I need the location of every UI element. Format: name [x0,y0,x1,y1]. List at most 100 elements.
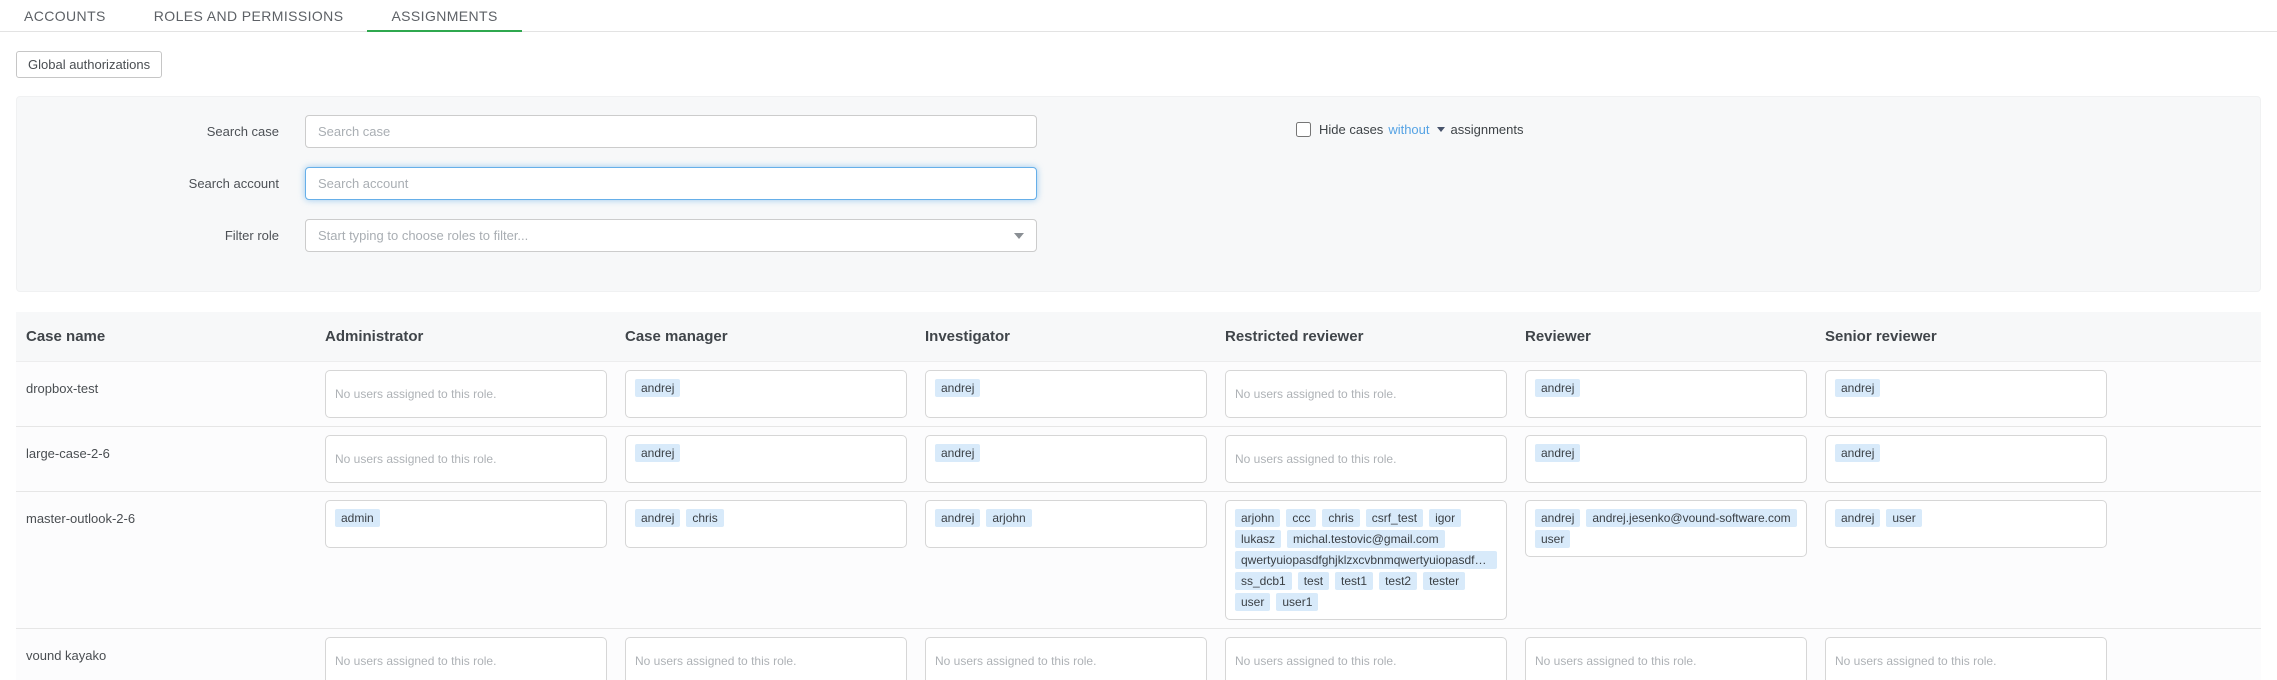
role-assignment-box[interactable]: No users assigned to this role. [325,370,607,418]
hide-cases-text-suffix: assignments [1451,122,1524,137]
role-assignment-box[interactable]: andrej arjohn [925,500,1207,548]
user-chip[interactable]: andrej [1535,444,1580,462]
user-chip[interactable]: tester [1423,572,1465,590]
search-account-input[interactable] [305,167,1037,200]
user-chip[interactable]: user [1235,593,1270,611]
search-account-label: Search account [17,176,279,191]
user-chip[interactable]: andrej [1835,444,1880,462]
table-row: master-outlook-2-6adminandrejchrisandrej… [16,492,2261,629]
user-chip[interactable]: admin [335,509,380,527]
no-users-placeholder: No users assigned to this role. [1535,654,1696,668]
table-row: large-case-2-6 No users assigned to this … [16,427,2261,492]
role-assignment-box[interactable]: andrej user [1825,500,2107,548]
user-chip[interactable]: andrej [635,444,680,462]
user-chip[interactable]: test1 [1335,572,1373,590]
no-users-placeholder: No users assigned to this role. [935,654,1096,668]
column-header-investigator: Investigator [925,328,1225,345]
role-assignment-box[interactable]: andrej [1825,370,2107,418]
user-chip[interactable]: user [1886,509,1921,527]
case-name: dropbox-test [26,370,325,396]
user-chip[interactable]: andrej [935,509,980,527]
no-users-placeholder: No users assigned to this role. [335,452,496,466]
user-chip[interactable]: andrej.jesenko@vound-software.com [1586,509,1796,527]
user-chip[interactable]: user1 [1276,593,1318,611]
role-assignment-box[interactable]: No users assigned to this role. [325,637,607,680]
filter-role-label: Filter role [17,228,279,243]
user-chip[interactable]: andrej [635,509,680,527]
user-chip[interactable]: ss_dcb1 [1235,572,1292,590]
role-assignment-box[interactable]: No users assigned to this role. [325,435,607,483]
table-row: vound kayako No users assigned to this ro… [16,629,2261,680]
user-chip[interactable]: csrf_test [1366,509,1423,527]
filter-role-combobox[interactable] [305,219,1037,252]
search-case-label: Search case [17,124,279,139]
no-users-placeholder: No users assigned to this role. [1235,452,1396,466]
user-chip[interactable]: test [1298,572,1329,590]
chevron-down-icon[interactable] [1437,127,1445,132]
role-assignment-box[interactable]: andrej [625,435,907,483]
role-assignment-box[interactable]: andrej [925,435,1207,483]
role-assignment-box[interactable]: No users assigned to this role. [925,637,1207,680]
user-chip[interactable]: andrej [635,379,680,397]
global-authorizations-button[interactable]: Global authorizations [16,51,162,78]
tab-bar: ACCOUNTSROLES AND PERMISSIONSASSIGNMENTS [0,0,2277,32]
column-header-administrator: Administrator [325,328,625,345]
user-chip[interactable]: arjohn [986,509,1031,527]
column-header-senior-reviewer: Senior reviewer [1825,328,2125,345]
user-chip[interactable]: user [1535,530,1570,548]
tab-roles-and-permissions[interactable]: ROLES AND PERMISSIONS [130,0,368,31]
role-assignment-box[interactable]: andrej andrej.jesenko@vound-software.com u… [1525,500,1807,557]
role-assignment-box[interactable]: No users assigned to this role. [625,637,907,680]
user-chip[interactable]: test2 [1379,572,1417,590]
column-header-reviewer: Reviewer [1525,328,1825,345]
case-name: master-outlook-2-6 [26,500,325,526]
user-chip[interactable]: chris [1322,509,1359,527]
user-chip[interactable]: andrej [1835,509,1880,527]
search-case-input[interactable] [305,115,1037,148]
no-users-placeholder: No users assigned to this role. [1235,654,1396,668]
role-assignment-box[interactable]: andrej [1525,435,1807,483]
role-assignment-box[interactable]: No users assigned to this role. [1525,637,1807,680]
column-header-restricted-reviewer: Restricted reviewer [1225,328,1525,345]
user-chip[interactable]: ccc [1286,509,1316,527]
hide-cases-checkbox[interactable] [1296,122,1311,137]
user-chip[interactable]: igor [1429,509,1461,527]
role-assignment-box[interactable]: No users assigned to this role. [1225,435,1507,483]
user-chip[interactable]: arjohn [1235,509,1280,527]
no-users-placeholder: No users assigned to this role. [635,654,796,668]
role-assignment-box[interactable]: arjohn ccc chris csrf_test igor lukasz michal.… [1225,500,1507,620]
tab-accounts[interactable]: ACCOUNTS [0,0,130,31]
no-users-placeholder: No users assigned to this role. [335,387,496,401]
hide-cases-without-link[interactable]: without [1388,122,1429,137]
role-assignment-box[interactable]: No users assigned to this role. [1225,370,1507,418]
user-chip[interactable]: michal.testovic@gmail.com [1287,530,1445,548]
user-chip[interactable]: andrej [935,379,980,397]
role-assignment-box[interactable]: No users assigned to this role. [1825,637,2107,680]
column-header-case-manager: Case manager [625,328,925,345]
user-chip[interactable]: andrej [1835,379,1880,397]
no-users-placeholder: No users assigned to this role. [1235,387,1396,401]
case-name: large-case-2-6 [26,435,325,461]
user-chip[interactable]: lukasz [1235,530,1281,548]
role-assignment-box[interactable]: andrej chris [625,500,907,548]
table-row: dropbox-test No users assigned to this ro… [16,362,2261,427]
role-assignment-box[interactable]: andrej [625,370,907,418]
hide-cases-text-prefix: Hide cases [1319,122,1383,137]
role-assignment-box[interactable]: admin [325,500,607,548]
role-assignment-box[interactable]: andrej [925,370,1207,418]
user-chip[interactable]: chris [686,509,723,527]
hide-cases-control: Hide cases without assignments [1296,122,1524,137]
assignments-table: Case nameAdministratorCase managerInvest… [16,312,2261,680]
role-assignment-box[interactable]: andrej [1825,435,2107,483]
case-name: vound kayako [26,637,325,663]
no-users-placeholder: No users assigned to this role. [1835,654,1996,668]
user-chip[interactable]: andrej [1535,509,1580,527]
table-header-row: Case nameAdministratorCase managerInvest… [16,312,2261,362]
no-users-placeholder: No users assigned to this role. [335,654,496,668]
user-chip[interactable]: qwertyuiopasdfghjklzxcvbnmqwertyuiopasdf… [1235,551,1497,569]
user-chip[interactable]: andrej [935,444,980,462]
user-chip[interactable]: andrej [1535,379,1580,397]
role-assignment-box[interactable]: andrej [1525,370,1807,418]
role-assignment-box[interactable]: No users assigned to this role. [1225,637,1507,680]
tab-assignments[interactable]: ASSIGNMENTS [367,0,521,31]
